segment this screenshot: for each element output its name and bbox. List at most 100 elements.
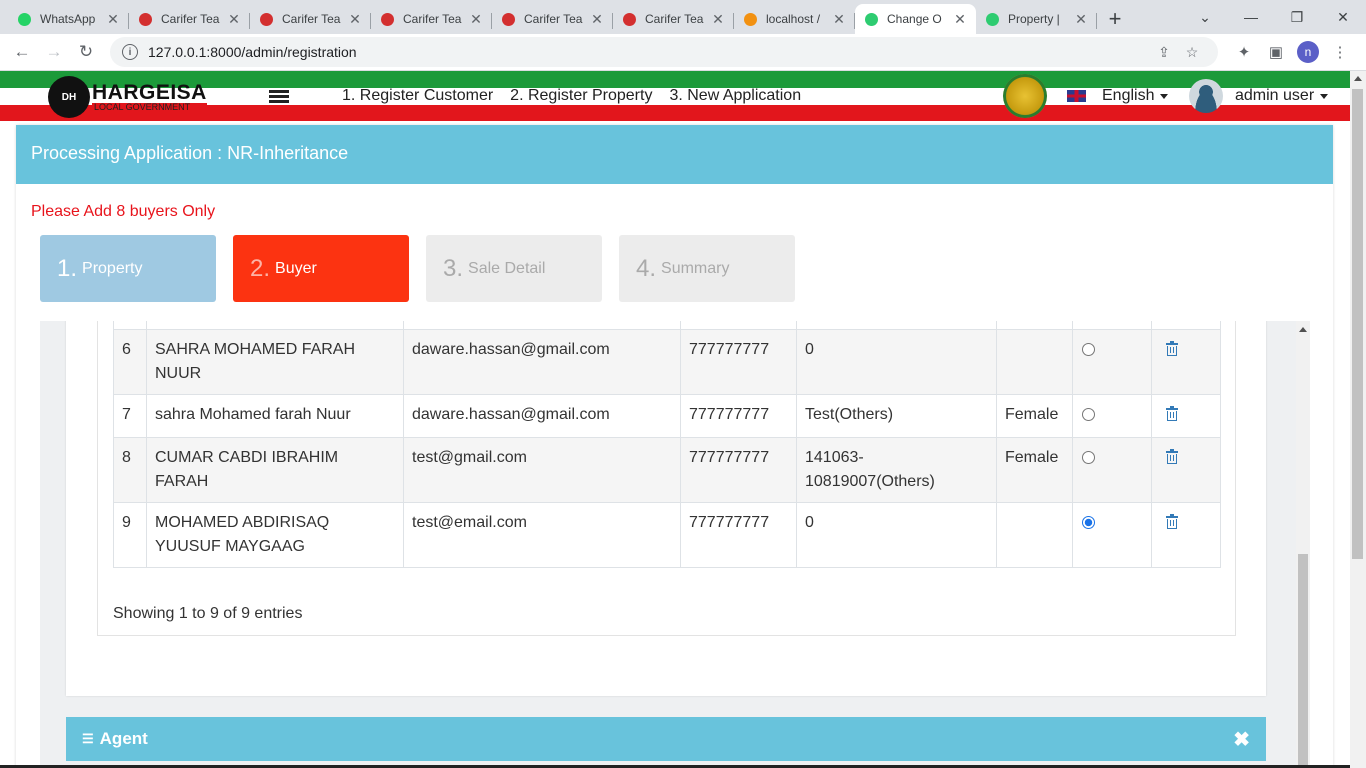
close-tab-icon[interactable]: ✕: [589, 11, 605, 28]
share-icon[interactable]: ⇪: [1150, 44, 1178, 61]
cell-email: test@email.com: [403, 502, 681, 568]
tab-title: Carifer Tea: [161, 12, 220, 26]
minimize-button[interactable]: —: [1228, 0, 1274, 34]
nav-new-application[interactable]: 3. New Application: [669, 87, 801, 105]
browser-tab[interactable]: Carifer Tea ✕: [129, 4, 250, 34]
table-row: 6 SAHRA MOHAMED FARAH NUUR daware.hassan@g…: [113, 329, 1221, 395]
side-panel-icon[interactable]: ▣: [1260, 36, 1292, 68]
table-row: 7 sahra Mohamed farah Nuur daware.hassan@g…: [113, 394, 1221, 438]
language-label: English: [1102, 87, 1155, 104]
nav-register-customer[interactable]: 1. Register Customer: [342, 87, 493, 105]
cell-id: 0: [796, 502, 997, 568]
cell-phone: 777777777: [680, 329, 797, 395]
close-tab-icon[interactable]: ✕: [710, 11, 726, 28]
cell-phone: 777777777: [680, 502, 797, 568]
cell-actions: [1151, 502, 1221, 568]
browser-tab[interactable]: WhatsApp ✕: [8, 4, 129, 34]
step-buyer[interactable]: 2. Buyer: [233, 235, 409, 302]
primary-buyer-radio[interactable]: [1082, 516, 1095, 529]
cell-phone: 777777777: [680, 437, 797, 503]
cell-email: daware.hassan@gmail.com: [403, 394, 681, 438]
step-label: Property: [82, 259, 143, 277]
back-button[interactable]: ←: [6, 36, 38, 68]
url-omnibox[interactable]: i 127.0.0.1:8000/admin/registration ⇪ ☆: [110, 37, 1218, 67]
step-property[interactable]: 1. Property: [40, 235, 216, 302]
new-tab-button[interactable]: +: [1097, 4, 1133, 34]
tab-title: Carifer Tea: [645, 12, 704, 26]
close-tab-icon[interactable]: ✕: [952, 11, 968, 28]
close-tab-icon[interactable]: ✕: [831, 11, 847, 28]
whatsapp-icon: [16, 11, 32, 27]
cell-email: test@gmail.com: [403, 437, 681, 503]
nav-register-property[interactable]: 2. Register Property: [510, 87, 652, 105]
page-scrollbar[interactable]: [1350, 71, 1366, 768]
browser-tab[interactable]: Carifer Tea ✕: [613, 4, 734, 34]
logo-title: HARGEISA: [92, 81, 207, 104]
trash-icon[interactable]: [1166, 449, 1178, 464]
primary-buyer-radio[interactable]: [1082, 343, 1095, 356]
close-tab-icon[interactable]: ✕: [347, 11, 363, 28]
trash-icon[interactable]: [1166, 514, 1178, 529]
profile-avatar[interactable]: n: [1297, 41, 1319, 63]
trash-icon[interactable]: [1166, 341, 1178, 356]
language-dropdown[interactable]: English: [1066, 87, 1169, 105]
buyer-scroll-area[interactable]: 5David Max Oliver Sellerabcd@qbcd.com777…: [40, 321, 1310, 768]
forward-button[interactable]: →: [38, 36, 70, 68]
bookmark-star-icon[interactable]: ☆: [1178, 44, 1206, 61]
step-summary[interactable]: 4. Summary: [619, 235, 795, 302]
top-nav: 1. Register Customer 2. Register Propert…: [342, 87, 801, 105]
step-label: Buyer: [275, 259, 317, 277]
browser-tab[interactable]: Change O ✕: [855, 4, 976, 34]
buyer-table-container: 5David Max Oliver Sellerabcd@qbcd.com777…: [97, 321, 1236, 636]
scroll-up-arrow-icon[interactable]: [1299, 327, 1307, 332]
browser-tab[interactable]: Carifer Tea ✕: [250, 4, 371, 34]
url-text[interactable]: 127.0.0.1:8000/admin/registration: [148, 44, 357, 60]
extensions-puzzle-icon[interactable]: ✦: [1228, 36, 1260, 68]
carifer-icon: [379, 11, 395, 27]
national-emblem-icon: [1003, 74, 1047, 118]
close-tab-icon[interactable]: ✕: [1073, 11, 1089, 28]
scroll-up-arrow-icon[interactable]: [1354, 76, 1362, 81]
cell-email: abcd@qbcd.com: [403, 321, 681, 330]
cell-gender: [996, 502, 1073, 568]
close-tab-icon[interactable]: ✕: [468, 11, 484, 28]
buyers-table: 5David Max Oliver Sellerabcd@qbcd.com777…: [113, 321, 1221, 568]
close-tab-icon[interactable]: ✕: [226, 11, 242, 28]
cell-no: 8: [113, 437, 147, 503]
step-number: 1.: [57, 254, 78, 282]
step-sale-detail[interactable]: 3. Sale Detail: [426, 235, 602, 302]
cell-name: MOHAMED ABDIRISAQ YUUSUF MAYGAAG: [146, 502, 404, 568]
scrollbar-thumb[interactable]: [1298, 554, 1308, 768]
browser-tab[interactable]: localhost / ✕: [734, 4, 855, 34]
browser-tab[interactable]: Carifer Tea ✕: [371, 4, 492, 34]
close-icon[interactable]: ✖: [1233, 727, 1250, 752]
close-tab-icon[interactable]: ✕: [105, 11, 121, 28]
site-logo[interactable]: DH HARGEISA LOCAL GOVERNMENT: [48, 76, 207, 118]
hamburger-menu-icon[interactable]: [269, 90, 289, 105]
cell-select: [1072, 394, 1152, 438]
inner-scrollbar[interactable]: [1296, 321, 1310, 768]
cell-name: CUMAR CABDI IBRAHIM FARAH: [146, 437, 404, 503]
close-window-button[interactable]: ✕: [1320, 0, 1366, 34]
user-dropdown[interactable]: admin user: [1189, 79, 1329, 113]
trash-icon[interactable]: [1166, 406, 1178, 421]
browser-tab[interactable]: Carifer Tea ✕: [492, 4, 613, 34]
agent-section-header[interactable]: ☰ Agent ✖: [66, 717, 1266, 761]
tab-title: Property |: [1008, 12, 1060, 26]
reload-button[interactable]: ↻: [70, 36, 102, 68]
carifer-icon: [258, 11, 274, 27]
tab-search-icon[interactable]: ⌄: [1182, 0, 1228, 34]
primary-buyer-radio[interactable]: [1082, 408, 1095, 421]
browser-tab[interactable]: Property | ✕: [976, 4, 1097, 34]
restore-button[interactable]: ❐: [1274, 0, 1320, 34]
primary-buyer-radio[interactable]: [1082, 451, 1095, 464]
cell-id: 0: [796, 329, 997, 395]
cell-phone: 777777777: [680, 394, 797, 438]
cell-no: 9: [113, 502, 147, 568]
step-label: Sale Detail: [468, 259, 546, 277]
menu-kebab-icon[interactable]: ⋮: [1324, 36, 1356, 68]
phpmyadmin-icon: [742, 11, 758, 27]
site-info-icon[interactable]: i: [122, 44, 138, 60]
page-scrollbar-thumb[interactable]: [1352, 89, 1363, 559]
cell-id: 1234567890(Driver License): [796, 321, 997, 330]
